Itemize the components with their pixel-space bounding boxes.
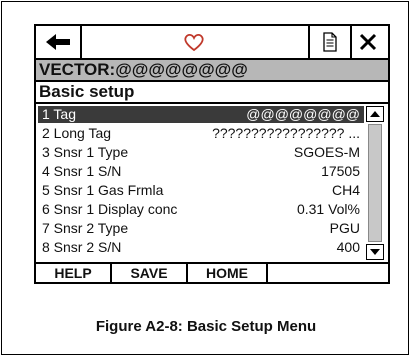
help-button[interactable]: HELP bbox=[36, 264, 112, 282]
close-icon bbox=[359, 33, 377, 51]
triangle-up-icon bbox=[370, 111, 380, 117]
menu-item-label: 4 Snsr 1 S/N bbox=[42, 163, 122, 179]
menu-item-snsr2-type[interactable]: 7 Snsr 2 Type PGU bbox=[38, 220, 364, 237]
favorite-button[interactable] bbox=[80, 26, 308, 58]
scrollbar-track[interactable] bbox=[368, 124, 382, 242]
triangle-down-icon bbox=[370, 249, 380, 255]
figure-caption: Figure A2-8: Basic Setup Menu bbox=[95, 318, 317, 335]
menu-item-long-tag[interactable]: 2 Long Tag ????????????????? ... bbox=[38, 125, 364, 142]
document-icon bbox=[323, 32, 337, 52]
back-arrow-icon bbox=[46, 34, 70, 50]
menu-item-snsr1-gas-frmla[interactable]: 5 Snsr 1 Gas Frmla CH4 bbox=[38, 182, 364, 199]
menu-item-value: 17505 bbox=[321, 163, 360, 179]
home-button[interactable]: HOME bbox=[188, 264, 268, 282]
menu-item-label: 7 Snsr 2 Type bbox=[42, 220, 129, 236]
menu-item-snsr1-sn[interactable]: 4 Snsr 1 S/N 17505 bbox=[38, 163, 364, 180]
menu-item-value: 0.31 Vol% bbox=[296, 201, 360, 217]
menu-scrollbar[interactable] bbox=[366, 106, 386, 262]
menu-item-value: CH4 bbox=[331, 182, 360, 198]
close-button[interactable] bbox=[348, 26, 388, 58]
menu-item-label: 2 Long Tag bbox=[42, 125, 112, 141]
back-button[interactable] bbox=[36, 26, 82, 58]
menu-item-label: 5 Snsr 1 Gas Frmla bbox=[42, 182, 164, 198]
softkey-bar: HELP SAVE HOME bbox=[36, 262, 388, 282]
menu-item-label: 1 Tag bbox=[42, 106, 76, 122]
heart-icon bbox=[184, 33, 204, 52]
top-toolbar bbox=[36, 26, 388, 60]
document-button[interactable] bbox=[308, 26, 352, 58]
scroll-up-button[interactable] bbox=[366, 106, 384, 122]
menu-item-label: 8 Snsr 2 S/N bbox=[42, 239, 122, 255]
menu-item-snsr1-type[interactable]: 3 Snsr 1 Type SGOES-M bbox=[38, 144, 364, 161]
menu-item-snsr1-display-conc[interactable]: 6 Snsr 1 Display conc 0.31 Vol% bbox=[38, 201, 364, 218]
menu-item-value: SGOES-M bbox=[293, 144, 360, 160]
device-screen: VECTOR:@@@@@@@@ Basic setup 1 Tag @@@@@@… bbox=[34, 24, 390, 284]
setup-menu-list: 1 Tag @@@@@@@@ 2 Long Tag ??????????????… bbox=[36, 104, 366, 262]
device-title: VECTOR:@@@@@@@@ bbox=[36, 60, 388, 82]
scroll-down-button[interactable] bbox=[366, 244, 384, 260]
menu-item-snsr2-sn[interactable]: 8 Snsr 2 S/N 400 bbox=[38, 239, 364, 256]
menu-item-label: 6 Snsr 1 Display conc bbox=[42, 201, 178, 217]
menu-item-value: 400 bbox=[336, 239, 360, 255]
menu-item-label: 3 Snsr 1 Type bbox=[42, 144, 129, 160]
menu-item-value: ????????????????? ... bbox=[212, 125, 360, 141]
menu-item-tag[interactable]: 1 Tag @@@@@@@@ bbox=[38, 106, 364, 123]
save-button[interactable]: SAVE bbox=[112, 264, 188, 282]
menu-title: Basic setup bbox=[36, 82, 388, 104]
menu-item-value: @@@@@@@@ bbox=[246, 106, 360, 122]
menu-item-value: PGU bbox=[329, 220, 360, 236]
